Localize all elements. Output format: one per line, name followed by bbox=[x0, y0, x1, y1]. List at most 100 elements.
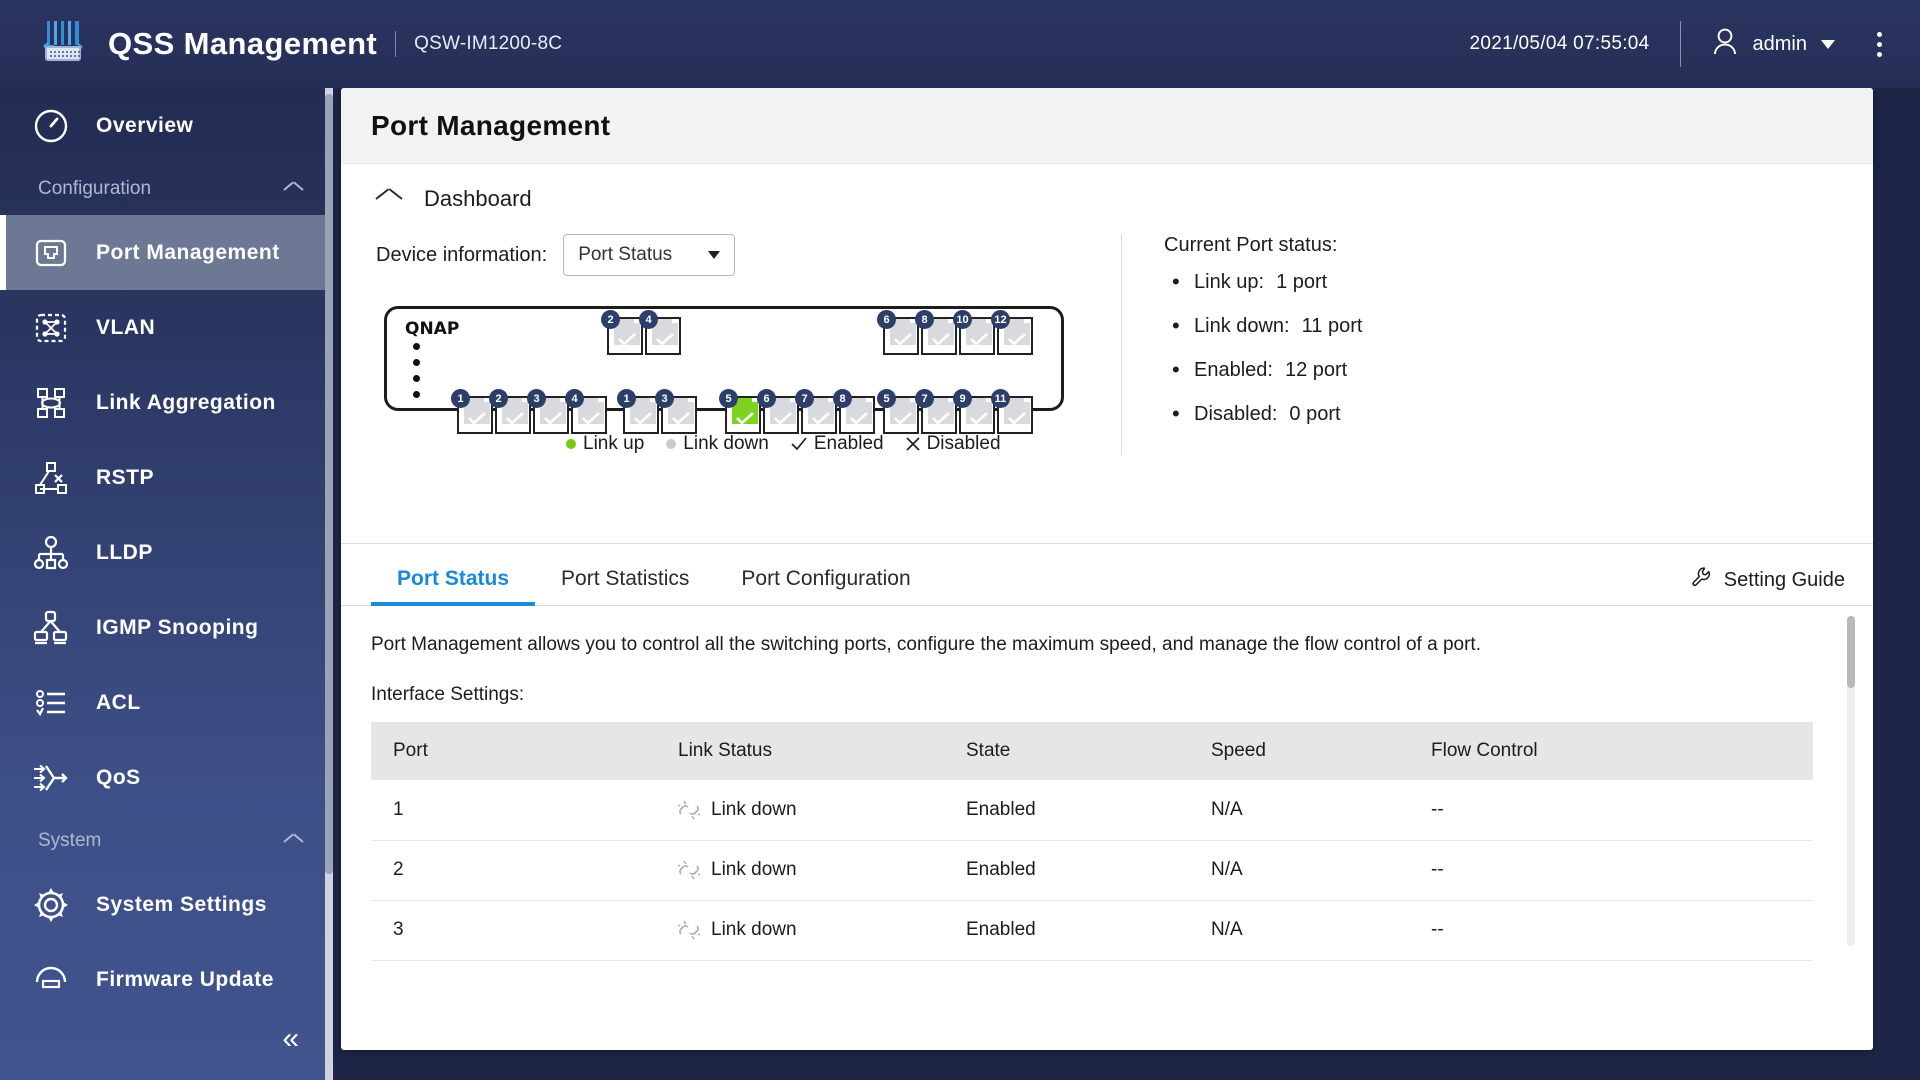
switch-port-1[interactable]: 1 bbox=[617, 389, 659, 434]
sidebar-item-lldp[interactable]: LLDP bbox=[0, 515, 333, 590]
cell-link-status: Link down bbox=[656, 840, 944, 901]
device-information-label: Device information: bbox=[376, 243, 548, 266]
status-item: Enabled: 12 port bbox=[1172, 357, 1843, 383]
sidebar-group-system[interactable]: System bbox=[0, 815, 333, 867]
green-dot-icon bbox=[566, 439, 576, 449]
setting-guide-label: Setting Guide bbox=[1723, 568, 1845, 591]
table-row[interactable]: 3 Link down Enabled N/A -- bbox=[371, 900, 1813, 961]
content-scrollbar-thumb[interactable] bbox=[1847, 616, 1855, 688]
port-group: 13 bbox=[617, 389, 699, 434]
ethernet-port-icon bbox=[28, 230, 74, 276]
switch-port-2[interactable]: 2 bbox=[601, 310, 643, 355]
sidebar-scrollbar[interactable] bbox=[325, 88, 333, 1080]
sidebar-group-label: Configuration bbox=[38, 178, 152, 199]
device-information-select[interactable]: Port Status bbox=[563, 234, 736, 276]
igmp-snooping-icon bbox=[28, 605, 74, 651]
switch-port-11[interactable]: 11 bbox=[991, 389, 1033, 434]
status-value: 11 port bbox=[1301, 315, 1363, 337]
gray-dot-icon bbox=[666, 439, 677, 449]
sidebar-item-system-settings[interactable]: System Settings bbox=[0, 867, 333, 942]
port-number-badge: 12 bbox=[991, 310, 1010, 329]
port-number-badge: 3 bbox=[655, 389, 674, 408]
port-number-badge: 8 bbox=[915, 310, 934, 329]
sidebar-item-link-aggregation[interactable]: Link Aggregation bbox=[0, 365, 333, 440]
sidebar-group-configuration[interactable]: Configuration bbox=[0, 163, 333, 215]
sidebar-item-port-management[interactable]: Port Management bbox=[0, 215, 333, 290]
port-number-badge: 1 bbox=[451, 389, 470, 408]
kebab-menu-icon[interactable] bbox=[1877, 31, 1882, 57]
cell-state: Enabled bbox=[944, 780, 1189, 841]
switch-port-4[interactable]: 4 bbox=[639, 310, 681, 355]
app-header: QSS Management QSW-IM1200-8C 2021/05/04 … bbox=[0, 0, 1920, 88]
legend-item: Link up bbox=[566, 433, 644, 455]
switch-port-1[interactable]: 1 bbox=[451, 389, 493, 434]
link-aggregation-icon bbox=[28, 380, 74, 426]
port-group: 24 bbox=[601, 310, 683, 355]
tab-port-configuration[interactable]: Port Configuration bbox=[715, 567, 936, 605]
sidebar-item-vlan[interactable]: VLAN bbox=[0, 290, 333, 365]
switch-port-10[interactable]: 10 bbox=[953, 310, 995, 355]
sidebar-item-igmp-snooping[interactable]: IGMP Snooping bbox=[0, 590, 333, 665]
sidebar-item-acl[interactable]: ACL bbox=[0, 665, 333, 740]
legend-label: Link down bbox=[683, 433, 769, 454]
device-information-value: Port Status bbox=[578, 244, 673, 265]
table-row[interactable]: 2 Link down Enabled N/A -- bbox=[371, 840, 1813, 901]
switch-port-4[interactable]: 4 bbox=[565, 389, 607, 434]
tab-port-statistics[interactable]: Port Statistics bbox=[535, 567, 715, 605]
sidebar-collapse-button[interactable]: « bbox=[282, 1024, 299, 1054]
port-number-badge: 9 bbox=[953, 389, 972, 408]
switch-port-7[interactable]: 7 bbox=[795, 389, 837, 434]
sidebar-item-firmware-update[interactable]: Firmware Update bbox=[0, 942, 333, 1017]
chevron-down-icon bbox=[1821, 39, 1835, 49]
header-separator bbox=[1679, 21, 1681, 67]
switch-port-8[interactable]: 8 bbox=[833, 389, 875, 434]
legend-item: Enabled bbox=[791, 433, 884, 455]
port-number-badge: 11 bbox=[991, 389, 1010, 408]
port-number-badge: 7 bbox=[915, 389, 934, 408]
switch-port-6[interactable]: 6 bbox=[877, 310, 919, 355]
switch-port-5[interactable]: 5 bbox=[719, 389, 761, 434]
user-menu[interactable]: admin bbox=[1711, 27, 1835, 62]
status-item: Disabled: 0 port bbox=[1172, 401, 1843, 427]
sidebar-item-overview[interactable]: Overview bbox=[0, 88, 333, 163]
sidebar-scrollbar-thumb[interactable] bbox=[325, 94, 333, 874]
page-header: Port Management bbox=[341, 88, 1873, 164]
switch-port-3[interactable]: 3 bbox=[655, 389, 697, 434]
status-value: 1 port bbox=[1276, 271, 1328, 293]
chevron-up-icon bbox=[376, 191, 402, 207]
setting-guide-link[interactable]: Setting Guide bbox=[1690, 565, 1845, 595]
broken-link-icon bbox=[678, 860, 700, 880]
table-row[interactable]: 1 Link down Enabled N/A -- bbox=[371, 780, 1813, 841]
cell-link-status: Link down bbox=[656, 900, 944, 961]
sidebar-item-rstp[interactable]: RSTP bbox=[0, 440, 333, 515]
switch-port-12[interactable]: 12 bbox=[991, 310, 1033, 355]
sidebar-item-label: IGMP Snooping bbox=[96, 615, 259, 639]
status-value: 12 port bbox=[1284, 359, 1348, 381]
port-number-badge: 1 bbox=[617, 389, 636, 408]
switch-port-5[interactable]: 5 bbox=[877, 389, 919, 434]
current-port-status-list: Link up: 1 port Link down: 11 port Enabled: 1… bbox=[1164, 269, 1843, 427]
switch-port-9[interactable]: 9 bbox=[953, 389, 995, 434]
gauge-icon bbox=[28, 103, 74, 149]
status-value: 0 port bbox=[1289, 403, 1341, 425]
switch-faceplate-diagram: QNAP 2 4 6 8 10 12 1 2 3 4 1 3 5 6 7 8 5 7 9 11 bbox=[384, 306, 1064, 434]
dashboard-right: Current Port status: Link up:1 portLink … bbox=[1121, 234, 1843, 455]
dashboard-toggle[interactable]: Dashboard bbox=[371, 186, 1843, 212]
column-header-flow-control: Flow Control bbox=[1409, 722, 1813, 780]
port-status-table: Port Link Status State Speed Flow Contro… bbox=[371, 722, 1813, 961]
gear-icon bbox=[28, 882, 74, 928]
cross-mark-icon bbox=[906, 437, 920, 451]
port-number-badge: 4 bbox=[639, 310, 658, 329]
sidebar-item-qos[interactable]: QoS bbox=[0, 740, 333, 815]
tab-port-status[interactable]: Port Status bbox=[371, 567, 536, 606]
switch-port-2[interactable]: 2 bbox=[489, 389, 531, 434]
switch-port-6[interactable]: 6 bbox=[757, 389, 799, 434]
dashboard-section: Dashboard Device information: Port Statu… bbox=[341, 164, 1873, 544]
sidebar-item-label: System Settings bbox=[96, 892, 267, 916]
switch-port-8[interactable]: 8 bbox=[915, 310, 957, 355]
sidebar-item-label: ACL bbox=[96, 690, 141, 714]
content-scrollbar[interactable] bbox=[1847, 616, 1855, 946]
switch-port-3[interactable]: 3 bbox=[527, 389, 569, 434]
qnap-brand-label: QNAP bbox=[405, 319, 460, 339]
switch-port-7[interactable]: 7 bbox=[915, 389, 957, 434]
